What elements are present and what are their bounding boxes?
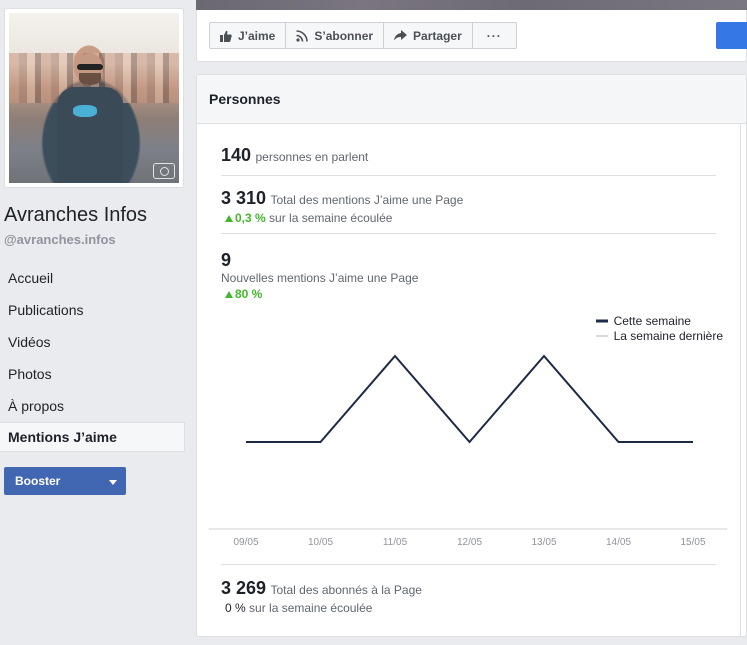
more-icon: ···: [486, 28, 502, 43]
booster-button[interactable]: Booster: [4, 467, 126, 495]
profile-picture: [9, 13, 179, 183]
legend-item-this-week[interactable]: Cette semaine: [595, 313, 723, 328]
stat-delta: 0 % sur la semaine écoulée: [221, 601, 716, 615]
data-point[interactable]: [541, 353, 547, 359]
page-name: Avranches Infos: [4, 204, 148, 226]
x-tick-label: 10/05: [308, 537, 333, 547]
panel-divider: [740, 124, 741, 636]
stat-followers: 3 269 Total des abonnés à la Page 0 % su…: [221, 578, 716, 615]
booster-label: Booster: [15, 474, 61, 488]
photo-person: [57, 53, 123, 183]
sidebar-item-publications[interactable]: Publications: [0, 294, 185, 326]
trend-up-icon: [225, 291, 233, 298]
divider: [221, 175, 716, 176]
sidebar-item-photos[interactable]: Photos: [0, 358, 185, 390]
share-arrow-icon: [394, 30, 408, 41]
x-tick-label: 15/05: [680, 537, 705, 547]
cover-photo: [196, 0, 747, 10]
divider: [221, 233, 716, 234]
delta-value: 0 %: [225, 601, 246, 615]
series-line-this-week[interactable]: [246, 354, 693, 444]
stat-label: Total des mentions J’aime une Page: [270, 193, 464, 207]
share-label: Partager: [413, 28, 462, 43]
legend-label: La semaine dernière: [613, 328, 723, 343]
delta-value: 80 %: [235, 287, 263, 301]
stat-value: 140: [221, 145, 252, 165]
stat-delta: 80 %: [221, 287, 716, 301]
thumbs-up-icon: [220, 30, 232, 42]
data-point[interactable]: [392, 353, 398, 359]
x-tick-label: 11/05: [383, 537, 408, 547]
data-point[interactable]: [690, 439, 696, 445]
trend-up-icon: [225, 215, 233, 222]
legend-swatch: [595, 335, 608, 336]
delta-label: sur la semaine écoulée: [249, 601, 373, 615]
follow-button[interactable]: S’abonner: [286, 23, 385, 48]
action-bar: J’aime S’abonner Partager ···: [196, 10, 747, 62]
stat-label: Total des abonnés à la Page: [270, 583, 422, 597]
stat-value: 3 269: [221, 578, 267, 598]
delta-label: sur la semaine écoulée: [269, 211, 393, 225]
primary-action-button[interactable]: [716, 22, 747, 49]
x-tick-label: 12/05: [457, 537, 482, 547]
data-point[interactable]: [616, 439, 622, 445]
legend-swatch: [595, 319, 608, 322]
sidebar-nav: Accueil Publications Vidéos Photos À pro…: [0, 262, 185, 452]
new-likes-chart: 09/05 10/05 11/05 12/05 13/05 14/05 15/05 Cett…: [207, 307, 737, 548]
rss-icon: [296, 29, 309, 42]
sidebar-item-accueil[interactable]: Accueil: [0, 262, 185, 294]
stat-value: 3 310: [221, 188, 267, 208]
stat-total-likes: 3 310 Total des mentions J’aime une Page…: [221, 188, 716, 225]
x-tick-label: 09/05: [233, 537, 258, 547]
stat-label: Nouvelles mentions J’aime une Page: [221, 271, 419, 285]
x-tick-label: 13/05: [531, 537, 556, 547]
line-chart: 09/05 10/05 11/05 12/05 13/05 14/05 15/05: [209, 353, 727, 548]
sidebar-item-videos[interactable]: Vidéos: [0, 326, 185, 358]
stat-value: 9: [221, 250, 232, 270]
stat-label: personnes en parlent: [255, 150, 369, 164]
x-tick-label: 14/05: [606, 537, 631, 547]
more-button[interactable]: ···: [473, 23, 516, 48]
people-panel: Personnes 140 personnes en parlent 3 310…: [196, 74, 747, 637]
delta-value: 0,3 %: [235, 211, 266, 225]
camera-icon[interactable]: [153, 163, 175, 179]
stat-delta: 0,3 % sur la semaine écoulée: [221, 211, 716, 225]
divider: [221, 564, 716, 565]
data-point[interactable]: [467, 439, 473, 445]
data-point[interactable]: [243, 439, 249, 445]
page-actions: J’aime S’abonner Partager ···: [209, 22, 517, 49]
sidebar-item-a-propos[interactable]: À propos: [0, 390, 185, 422]
caret-down-icon[interactable]: [109, 480, 117, 485]
profile-photo[interactable]: [4, 8, 184, 188]
legend-item-last-week[interactable]: La semaine dernière: [595, 328, 723, 343]
stat-talking-about: 140 personnes en parlent: [221, 145, 716, 166]
chart-legend: Cette semaine La semaine dernière: [595, 313, 723, 343]
like-button[interactable]: J’aime: [210, 23, 287, 48]
legend-label: Cette semaine: [613, 313, 691, 328]
share-button[interactable]: Partager: [384, 23, 473, 48]
follow-label: S’abonner: [314, 28, 374, 43]
page-handle[interactable]: @avranches.infos: [4, 232, 116, 247]
panel-title: Personnes: [197, 75, 746, 124]
like-label: J’aime: [238, 28, 276, 43]
data-point[interactable]: [318, 439, 324, 445]
stat-new-likes: 9 Nouvelles mentions J’aime une Page 80 …: [221, 250, 716, 301]
sidebar-item-mentions-jaime[interactable]: Mentions J’aime: [0, 422, 185, 452]
